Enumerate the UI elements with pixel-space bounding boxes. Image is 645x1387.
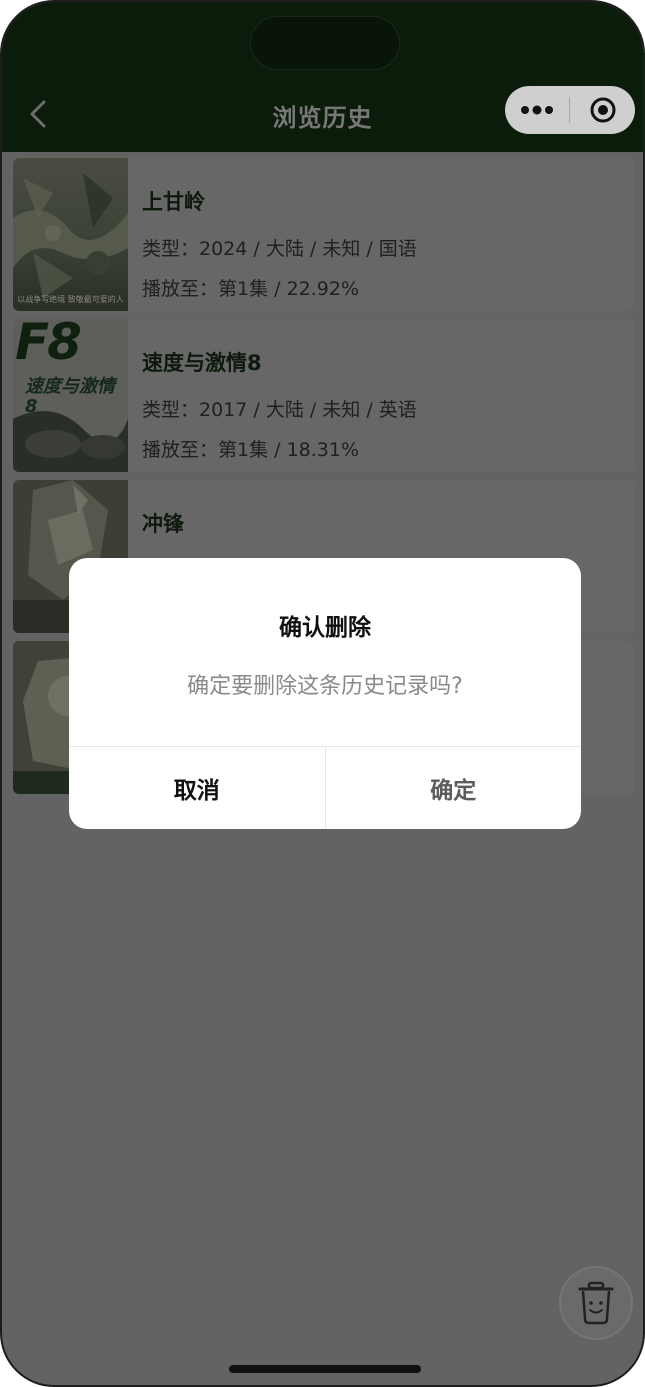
poster-logo: F8 <box>15 319 82 371</box>
item-type: 类型：2017 / 大陆 / 未知 / 英语 <box>142 399 417 421</box>
dialog-actions: 取消 确定 <box>69 746 581 829</box>
item-title: 上甘岭 <box>142 190 205 214</box>
dialog-message: 确定要删除这条历史记录吗? <box>187 674 463 699</box>
item-progress: 播放至：第1集 / 22.92% <box>142 278 360 300</box>
item-type: 类型：2024 / 大陆 / 未知 / 国语 <box>142 238 417 260</box>
trash-icon <box>578 1281 614 1325</box>
poster-subtitle: 速度与激情8 <box>25 376 115 417</box>
poster-image: 以战争写绝境 致敬最可爱的人 <box>13 158 128 311</box>
nav-bar: 浏览历史 <box>2 2 643 152</box>
close-miniprogram-button[interactable] <box>570 86 635 134</box>
history-item[interactable]: F8 速度与激情8 速度与激情8 类型：2017 / 大陆 / 未知 / 英语 … <box>13 319 634 472</box>
more-dots-icon <box>521 105 553 115</box>
home-indicator <box>229 1365 421 1373</box>
mini-program-capsule <box>505 86 635 134</box>
dialog-title: 确认删除 <box>279 615 371 641</box>
phone-screen: 浏览历史 以战争写绝境 致敬最可爱的人 上甘岭 类型：2024 / 大陆 / 未… <box>0 0 645 1387</box>
item-progress: 播放至：第1集 / 18.31% <box>142 439 360 461</box>
history-item[interactable]: 以战争写绝境 致敬最可爱的人 上甘岭 类型：2024 / 大陆 / 未知 / 国… <box>13 158 634 311</box>
cancel-button[interactable]: 取消 <box>69 747 326 829</box>
clear-history-button[interactable] <box>559 1266 633 1340</box>
item-title: 速度与激情8 <box>142 351 262 375</box>
camera-notch <box>250 16 400 70</box>
target-icon <box>590 97 615 123</box>
confirm-button[interactable]: 确定 <box>326 747 582 829</box>
poster-caption: 以战争写绝境 致敬最可爱的人 <box>17 295 124 304</box>
item-title: 冲锋 <box>142 512 184 536</box>
poster-image: F8 速度与激情8 <box>13 319 128 472</box>
confirm-delete-dialog: 确认删除 确定要删除这条历史记录吗? 取消 确定 <box>69 558 581 829</box>
more-button[interactable] <box>505 86 569 134</box>
